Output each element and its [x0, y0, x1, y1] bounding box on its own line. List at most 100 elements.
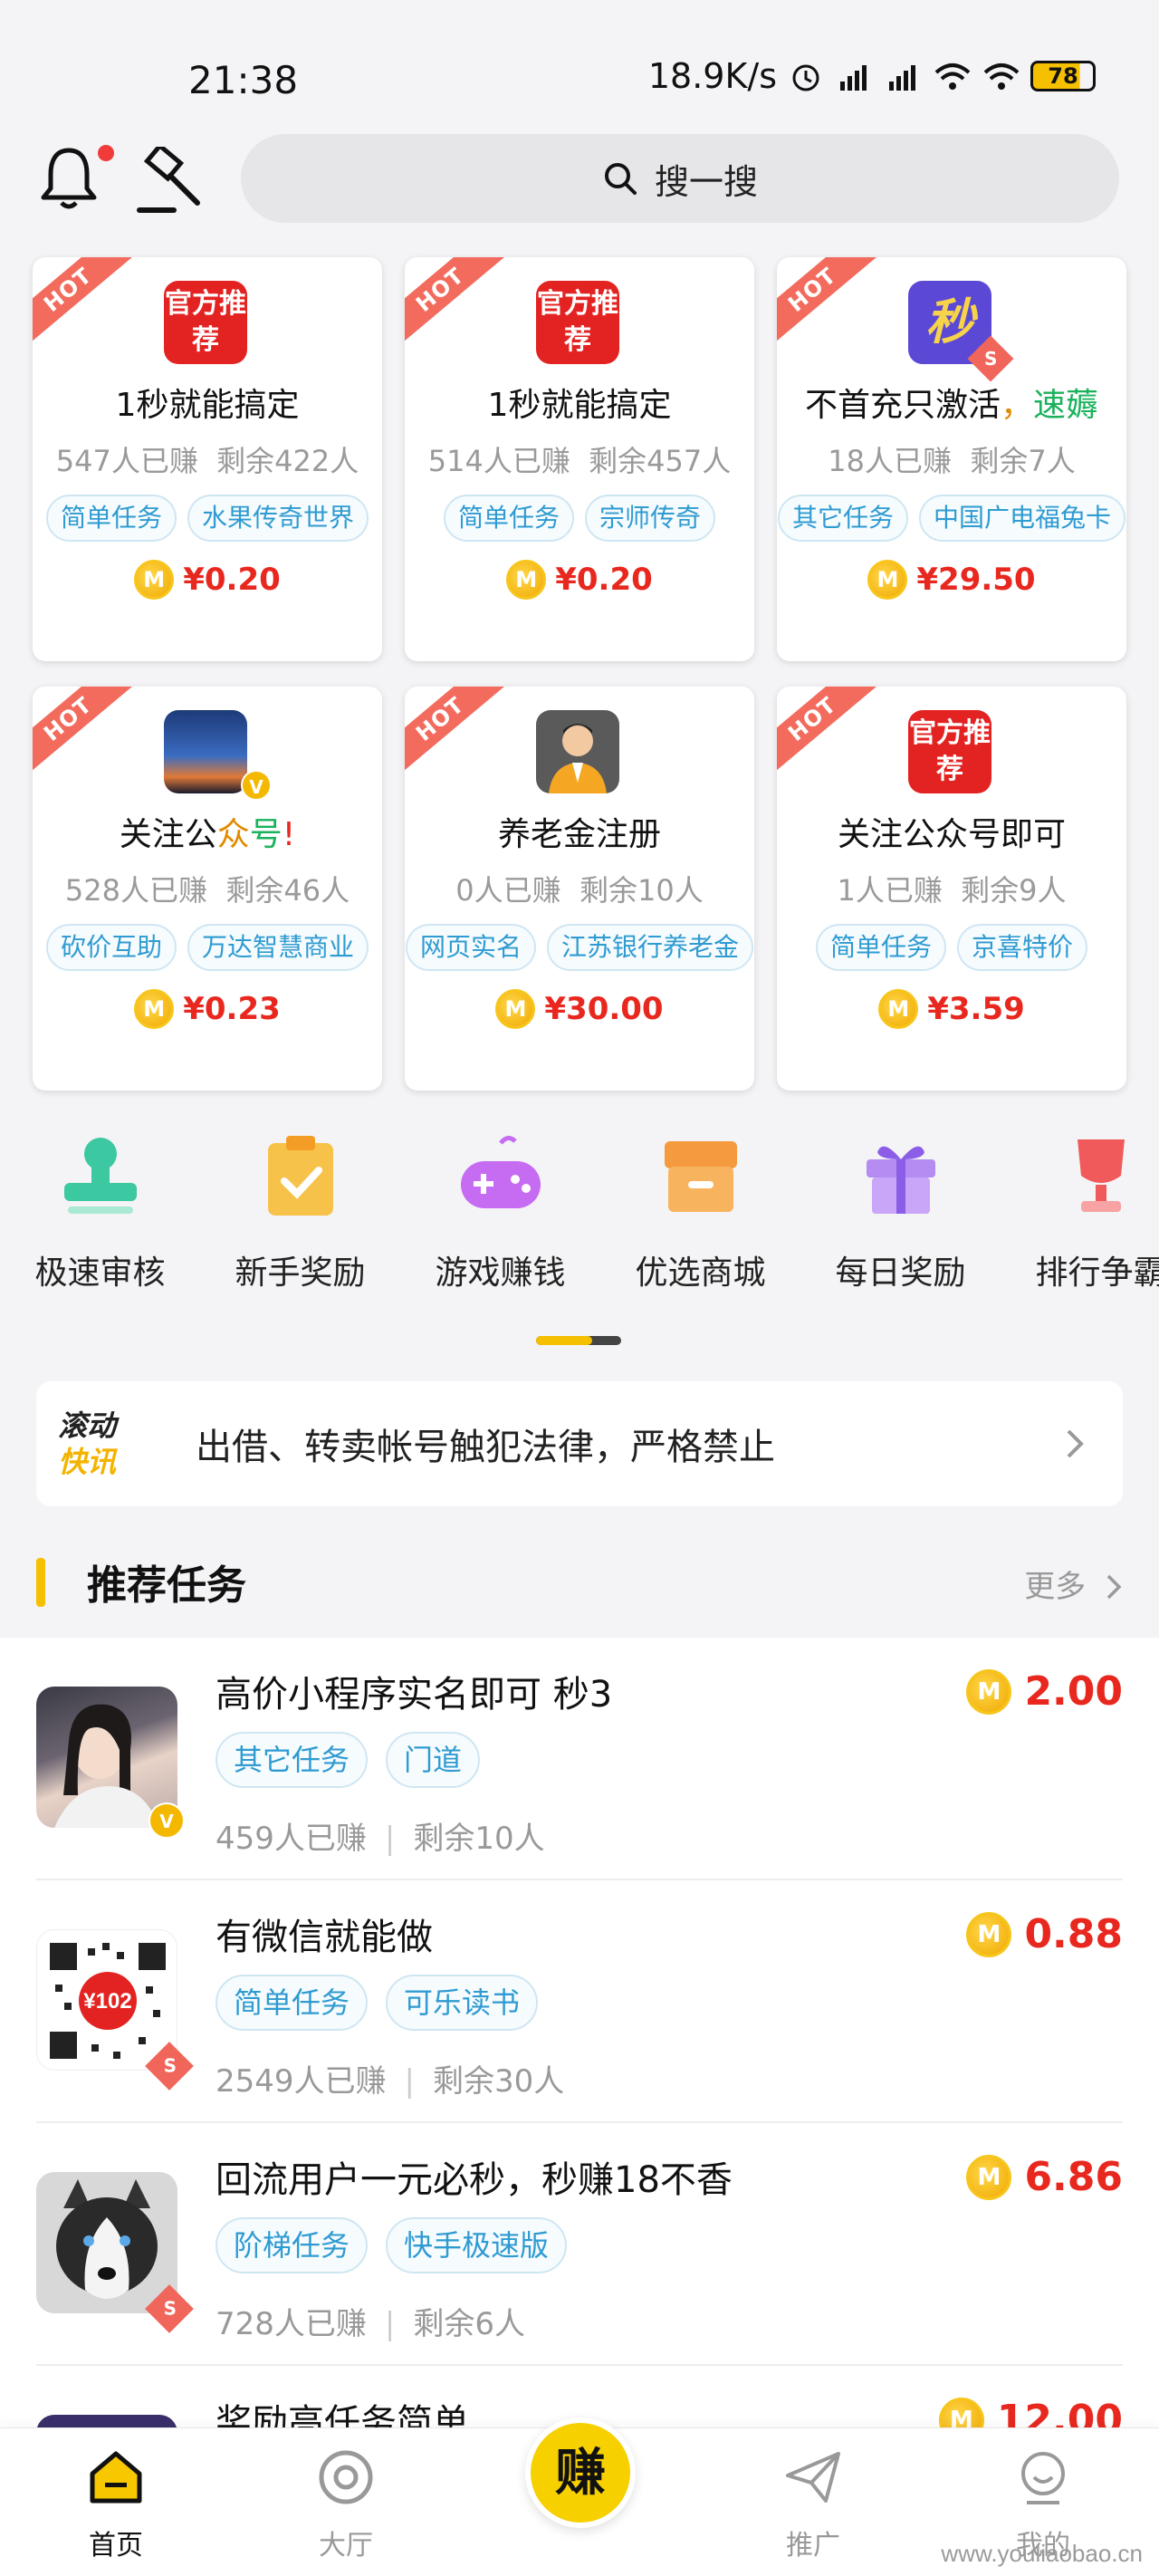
signal-hd-icon-2 [889, 65, 915, 91]
hot-card[interactable]: HOT 养老金注册 0人已赚 剩余10人 网页实名 江苏银行养老金 M ¥30.00 [405, 687, 754, 1091]
status-bar: 21:38 18.9K/s 78 [0, 0, 1159, 136]
task-stats: 2549人已赚 | 剩余30人 [216, 2063, 565, 2100]
hot-ribbon: HOT [777, 687, 882, 782]
nav-label: 推广 [786, 2530, 840, 2562]
official-recommend-logo: 官方推荐 [164, 281, 247, 364]
hot-ribbon: HOT [33, 687, 138, 782]
stamp-icon [63, 1138, 137, 1214]
hot-card[interactable]: HOT 官方推荐 关注公众号即可 1人已赚 剩余9人 简单任务 京喜特价 M ¥3.… [777, 687, 1126, 1091]
card-price: M ¥3.59 [777, 989, 1126, 1029]
menu-item-select-mall[interactable]: 优选商城 [600, 1130, 800, 1312]
card-stats: 514人已赚 剩余457人 [427, 444, 732, 478]
task-row[interactable]: S 回流用户一元必秒，秒赚18不香 阶梯任务 快手极速版 728人已赚 | 剩余6人 … [36, 2123, 1123, 2366]
net-speed: 18.9K/s [647, 56, 777, 96]
nav-promote[interactable]: 推广 [741, 2448, 886, 2562]
alarm-icon [792, 64, 819, 91]
tag: 简单任务 [45, 495, 177, 542]
news-logo: 滚动 快讯 [58, 1408, 117, 1479]
card-tags: 网页实名 江苏银行养老金 [405, 924, 754, 971]
tag: 江苏银行养老金 [547, 924, 754, 971]
hot-ribbon: HOT [33, 257, 138, 352]
search-bar[interactable]: 搜一搜 [241, 134, 1119, 223]
tag: 阶梯任务 [216, 2217, 369, 2273]
coin-icon: M [506, 560, 547, 600]
tag: 万达智慧商业 [187, 924, 369, 971]
profile-icon [1021, 2452, 1065, 2504]
hall-icon [319, 2450, 373, 2504]
hot-card[interactable]: HOT 官方推荐 1秒就能搞定 547人已赚 剩余422人 简单任务 水果传奇世界… [33, 257, 382, 661]
search-label: 搜一搜 [654, 161, 758, 202]
card-stats: 528人已赚 剩余46人 [64, 873, 350, 908]
coin-icon: M [966, 1911, 1012, 1957]
menu-item-ranking[interactable]: 排行争霸 [1001, 1130, 1159, 1312]
task-row[interactable]: V 高价小程序实名即可 秒3 其它任务 门道 459人已赚 | 剩余10人 M 2.00 [36, 1638, 1123, 1880]
chevron-right-icon [1067, 1429, 1084, 1458]
home-icon [90, 2451, 142, 2504]
sunset-avatar [164, 710, 247, 793]
task-row[interactable]: ¥102 S 有微信就能做 简单任务 可乐读书 2549人已赚 | 剩余30人 M 0.… [36, 1880, 1123, 2123]
menu-label: 极速审核 [34, 1254, 166, 1292]
chevron-right-icon [1106, 1574, 1122, 1600]
paper-plane-icon [786, 2452, 840, 2503]
tag: 中国广电福兔卡 [919, 495, 1126, 542]
v-badge-icon: V [148, 1802, 185, 1839]
task-tags: 其它任务 门道 [216, 1732, 481, 1788]
nav-home[interactable]: 首页 [43, 2448, 188, 2562]
more-link[interactable]: 更多 [1024, 1562, 1123, 1606]
task-list: V 高价小程序实名即可 秒3 其它任务 门道 459人已赚 | 剩余10人 M 2.00… [0, 1638, 1159, 2556]
card-title: 关注公众号! [119, 816, 296, 853]
card-title: 养老金注册 [497, 816, 661, 853]
tag: 砍价互助 [45, 924, 177, 971]
menu-label: 优选商城 [635, 1254, 766, 1292]
menu-item-fast-review[interactable]: 极速审核 [0, 1130, 200, 1312]
earn-button[interactable]: 赚 [525, 2417, 636, 2528]
tag: 其它任务 [216, 1732, 369, 1788]
wifi-icon [934, 63, 971, 90]
bell-icon[interactable] [38, 145, 100, 212]
coin-icon: M [966, 2154, 1012, 2200]
coin-icon: M [495, 989, 536, 1029]
news-ticker[interactable]: 滚动 快讯 出借、转卖帐号触犯法律，严格禁止 [36, 1381, 1123, 1506]
card-price: M ¥0.20 [33, 560, 382, 600]
menu-label: 每日奖励 [835, 1254, 966, 1292]
signal-hd-icon [840, 65, 867, 91]
nav-hall[interactable]: 大厅 [273, 2448, 418, 2562]
hot-ribbon: HOT [405, 257, 510, 352]
tag: 其它任务 [777, 495, 908, 542]
svg-text:¥102: ¥102 [83, 1989, 131, 2014]
task-tags: 阶梯任务 快手极速版 [216, 2217, 568, 2273]
recommended-section-header: 推荐任务 更多 [36, 1551, 1123, 1614]
news-text: 出借、转卖帐号触犯法律，严格禁止 [196, 1427, 775, 1468]
card-title: 1秒就能搞定 [487, 387, 672, 424]
menu-item-newbie-reward[interactable]: 新手奖励 [200, 1130, 400, 1312]
hot-ribbon: HOT [777, 257, 882, 352]
task-title: 高价小程序实名即可 秒3 [216, 1674, 613, 1716]
gavel-icon[interactable] [134, 147, 206, 216]
card-stats: 1人已赚 剩余9人 [837, 873, 1067, 908]
card-title: 不首充只激活，速薅 [804, 387, 1099, 424]
card-price: M ¥29.50 [777, 560, 1126, 600]
menu-label: 游戏赚钱 [435, 1254, 566, 1292]
menu-scroll-indicator [536, 1336, 621, 1345]
top-header: 搜一搜 [0, 134, 1159, 225]
task-price: M 6.86 [966, 2154, 1123, 2200]
businessman-avatar [536, 710, 619, 793]
task-title: 有微信就能做 [216, 1917, 433, 1958]
official-recommend-logo: 官方推荐 [908, 710, 991, 793]
tag: 简单任务 [443, 495, 574, 542]
nav-label: 首页 [89, 2530, 143, 2562]
tag: 水果传奇世界 [187, 495, 369, 542]
hot-card[interactable]: HOT V 关注公众号! 528人已赚 剩余46人 砍价互助 万达智慧商业 M ¥0… [33, 687, 382, 1091]
tag: 简单任务 [216, 1975, 369, 2031]
hot-card[interactable]: HOT 秒 S 不首充只激活，速薅 18人已赚 剩余7人 其它任务 中国广电福兔卡… [777, 257, 1126, 661]
hotspot-icon [983, 63, 1020, 90]
v-badge-icon: V [241, 770, 272, 801]
hot-card[interactable]: HOT 官方推荐 1秒就能搞定 514人已赚 剩余457人 简单任务 宗师传奇 M… [405, 257, 754, 661]
card-tags: 简单任务 宗师传奇 [405, 495, 754, 542]
menu-item-game-earn[interactable]: 游戏赚钱 [400, 1130, 600, 1312]
menu-item-daily-reward[interactable]: 每日奖励 [800, 1130, 1001, 1312]
gift-icon [866, 1146, 935, 1214]
battery-icon: 78 [1030, 61, 1096, 91]
tag: 简单任务 [815, 924, 946, 971]
watermark: www.youliaobao.cn [941, 2540, 1143, 2567]
